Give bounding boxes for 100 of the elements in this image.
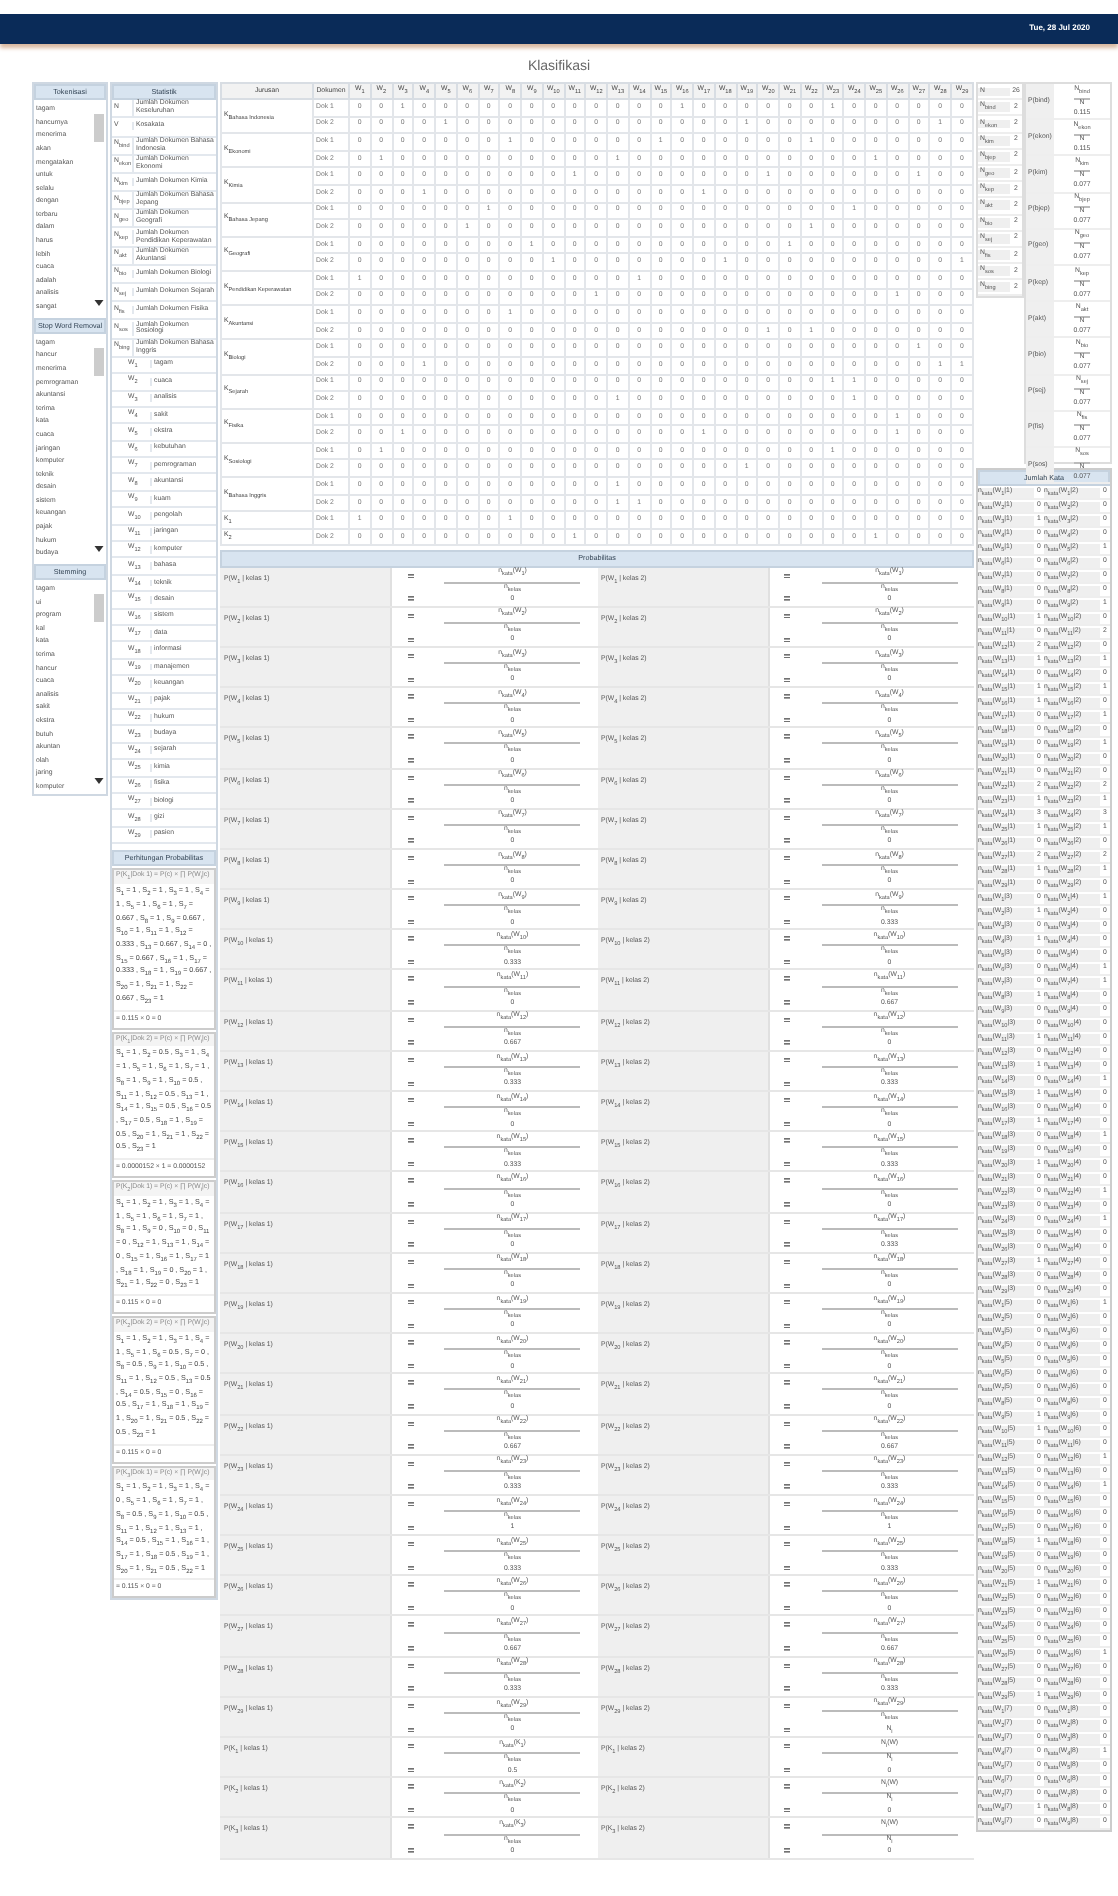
equals-icon bbox=[784, 653, 790, 659]
equals-icon bbox=[784, 1784, 790, 1790]
equals-icon bbox=[784, 838, 790, 844]
equals-icon bbox=[407, 1784, 413, 1790]
equals-icon bbox=[407, 1582, 413, 1588]
equals-icon bbox=[407, 734, 413, 740]
equals-icon bbox=[407, 613, 413, 619]
equals-icon bbox=[407, 1461, 413, 1467]
equals-icon bbox=[784, 573, 790, 578]
scrollbar-thumb[interactable] bbox=[93, 593, 103, 622]
equals-icon bbox=[784, 1525, 790, 1531]
equals-icon bbox=[407, 1040, 413, 1046]
equals-icon bbox=[784, 1824, 790, 1830]
equals-icon bbox=[784, 1138, 790, 1144]
equals-icon bbox=[784, 1323, 790, 1329]
equals-icon bbox=[784, 613, 790, 619]
equals-icon bbox=[407, 1525, 413, 1531]
equals-icon bbox=[784, 798, 790, 804]
equals-icon bbox=[784, 1259, 790, 1265]
equals-icon bbox=[784, 1727, 790, 1732]
equals-icon bbox=[784, 1340, 790, 1346]
equals-icon bbox=[407, 1727, 413, 1732]
equals-icon bbox=[784, 1000, 790, 1006]
equals-icon bbox=[407, 1380, 413, 1386]
equals-icon bbox=[407, 1484, 413, 1490]
equals-icon bbox=[407, 1299, 413, 1305]
equals-icon bbox=[407, 1686, 413, 1692]
equals-icon bbox=[407, 694, 413, 700]
equals-icon bbox=[784, 1081, 790, 1086]
equals-icon bbox=[784, 1646, 790, 1652]
equals-icon bbox=[784, 677, 790, 683]
equals-icon bbox=[407, 960, 413, 965]
equals-icon bbox=[407, 573, 413, 578]
equals-icon bbox=[784, 1622, 790, 1628]
equals-icon bbox=[407, 596, 413, 602]
equals-icon bbox=[407, 1178, 413, 1184]
scrollbar-thumb[interactable] bbox=[93, 114, 103, 143]
equals-icon bbox=[784, 855, 790, 861]
equals-icon bbox=[784, 1363, 790, 1369]
equals-icon bbox=[784, 960, 790, 965]
equals-icon bbox=[407, 1663, 413, 1669]
equals-icon bbox=[784, 1404, 790, 1409]
scrollbar-thumb[interactable] bbox=[93, 347, 103, 376]
equals-icon bbox=[784, 1283, 790, 1288]
equals-icon bbox=[784, 919, 790, 925]
equals-icon bbox=[784, 1178, 790, 1184]
equals-icon bbox=[784, 976, 790, 982]
equals-icon bbox=[784, 879, 790, 885]
equals-icon bbox=[784, 1421, 790, 1426]
equals-icon bbox=[407, 1606, 413, 1611]
equals-icon bbox=[407, 1444, 413, 1450]
equals-icon bbox=[784, 717, 790, 723]
equals-icon bbox=[784, 1444, 790, 1450]
equals-icon bbox=[784, 1565, 790, 1571]
equals-icon bbox=[407, 1057, 413, 1063]
equals-icon bbox=[784, 1299, 790, 1305]
equals-icon bbox=[407, 1807, 413, 1813]
equals-icon bbox=[784, 1057, 790, 1063]
equals-icon bbox=[407, 1542, 413, 1547]
down-arrow-icon[interactable] bbox=[93, 299, 103, 306]
equals-icon bbox=[407, 1121, 413, 1127]
equals-icon bbox=[784, 1807, 790, 1813]
equals-icon bbox=[407, 1622, 413, 1628]
equals-icon bbox=[407, 1000, 413, 1006]
equals-icon bbox=[407, 1161, 413, 1167]
equals-icon bbox=[407, 1646, 413, 1652]
equals-icon bbox=[407, 1744, 413, 1749]
down-arrow-icon[interactable] bbox=[93, 778, 103, 785]
equals-icon bbox=[784, 1242, 790, 1248]
equals-icon bbox=[784, 1542, 790, 1547]
equals-icon bbox=[407, 1323, 413, 1329]
equals-icon bbox=[407, 1501, 413, 1507]
equals-icon bbox=[784, 1040, 790, 1046]
equals-icon bbox=[784, 775, 790, 780]
equals-icon bbox=[407, 798, 413, 804]
equals-icon bbox=[784, 1121, 790, 1127]
equals-icon bbox=[784, 1663, 790, 1669]
equals-icon bbox=[407, 838, 413, 844]
equals-icon bbox=[407, 1340, 413, 1346]
equals-icon bbox=[407, 1421, 413, 1426]
down-arrow-icon[interactable] bbox=[93, 545, 103, 552]
equals-icon bbox=[407, 637, 413, 642]
equals-icon bbox=[784, 694, 790, 700]
equals-icon bbox=[784, 1380, 790, 1386]
equals-icon bbox=[784, 734, 790, 740]
equals-icon bbox=[784, 1484, 790, 1490]
equals-icon bbox=[784, 1686, 790, 1692]
equals-icon bbox=[784, 815, 790, 821]
equals-icon bbox=[407, 775, 413, 780]
equals-icon bbox=[784, 1848, 790, 1854]
equals-icon bbox=[407, 896, 413, 901]
equals-icon bbox=[784, 1161, 790, 1167]
equals-icon bbox=[407, 1848, 413, 1854]
equals-icon bbox=[784, 1582, 790, 1588]
equals-icon bbox=[407, 1767, 413, 1773]
equals-icon bbox=[784, 1098, 790, 1103]
equals-icon bbox=[784, 1501, 790, 1507]
equals-icon bbox=[784, 1606, 790, 1611]
equals-icon bbox=[407, 1219, 413, 1224]
equals-icon bbox=[784, 1767, 790, 1773]
